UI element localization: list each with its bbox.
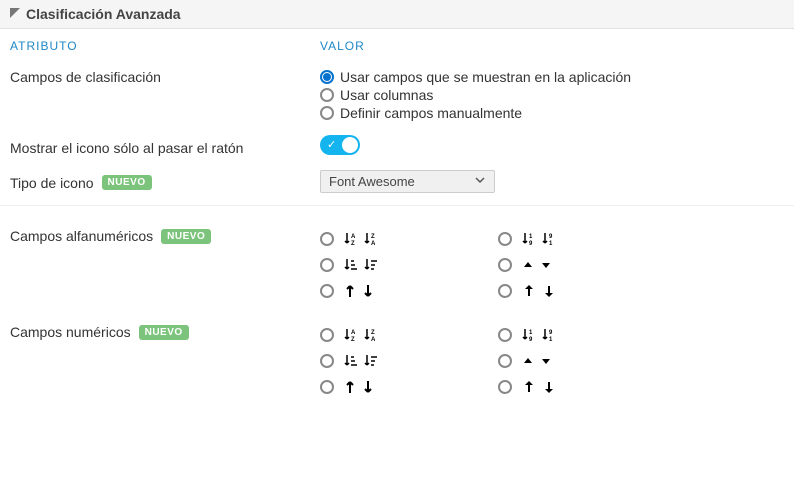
arrow-down-icon — [362, 284, 374, 298]
svg-text:A: A — [371, 241, 376, 246]
radio-sort-numeric-arrows[interactable]: 19 91 — [498, 328, 556, 342]
arrow-up-thick-icon — [522, 284, 536, 298]
row-icon-type: Tipo de icono NUEVO Font Awesome — [0, 164, 794, 199]
arrow-down-thick-icon — [542, 380, 556, 394]
column-header-attribute: ATRIBUTO — [10, 39, 320, 53]
radio-icon — [498, 354, 512, 368]
radio-icon — [320, 380, 334, 394]
svg-text:A: A — [351, 234, 356, 240]
svg-text:1: 1 — [549, 241, 553, 246]
radio-sort-carets[interactable] — [498, 354, 556, 368]
svg-text:Z: Z — [351, 337, 355, 342]
row-sort-fields: Campos de clasificación Usar campos que … — [0, 61, 794, 129]
column-header-value: VALOR — [320, 39, 784, 53]
badge-new: NUEVO — [102, 175, 152, 190]
svg-text:A: A — [351, 330, 356, 336]
sort-az-desc-icon: ZA — [364, 232, 378, 246]
radio-icon — [320, 284, 334, 298]
arrow-down-icon — [362, 380, 374, 394]
radio-icon — [498, 232, 512, 246]
radio-label: Usar columnas — [340, 87, 433, 103]
section-title: Clasificación Avanzada — [26, 6, 181, 22]
arrow-up-thick-icon — [522, 380, 536, 394]
radio-icon — [498, 380, 512, 394]
collapse-icon — [10, 8, 20, 21]
radio-icon — [320, 70, 334, 84]
row-hover-icon: Mostrar el icono sólo al pasar el ratón … — [0, 129, 794, 164]
svg-text:1: 1 — [529, 330, 533, 336]
sort-amount-desc-icon — [364, 354, 378, 368]
attr-label: Mostrar el icono sólo al pasar el ratón — [10, 138, 320, 156]
caret-up-icon — [522, 355, 534, 367]
radio-option-manual[interactable]: Definir campos manualmente — [320, 105, 784, 121]
radio-label: Definir campos manualmente — [340, 105, 522, 121]
arrow-up-icon — [344, 284, 356, 298]
select-icon-type[interactable]: Font Awesome — [320, 170, 495, 193]
attr-label: Campos de clasificación — [10, 67, 320, 85]
radio-sort-amount-arrows[interactable] — [320, 258, 378, 272]
radio-sort-plain-arrows[interactable] — [320, 284, 378, 298]
svg-text:9: 9 — [549, 330, 553, 336]
radio-sort-amount-arrows[interactable] — [320, 354, 378, 368]
sort-num-asc-icon: 19 — [522, 232, 536, 246]
radio-icon — [498, 284, 512, 298]
sort-num-desc-icon: 91 — [542, 328, 556, 342]
row-alpha-fields: Campos alfanuméricos NUEVO AZ ZA — [0, 208, 794, 304]
badge-new: NUEVO — [161, 229, 211, 244]
sort-num-asc-icon: 19 — [522, 328, 536, 342]
radio-sort-az-arrows[interactable]: AZ ZA — [320, 232, 378, 246]
radio-icon — [498, 258, 512, 272]
arrow-down-thick-icon — [542, 284, 556, 298]
table-header: ATRIBUTO VALOR — [0, 29, 794, 61]
chevron-down-icon — [474, 174, 486, 189]
caret-down-icon — [540, 355, 552, 367]
radio-icon — [320, 88, 334, 102]
toggle-knob — [342, 137, 358, 153]
caret-down-icon — [540, 259, 552, 271]
svg-text:Z: Z — [371, 234, 375, 240]
badge-new: NUEVO — [139, 325, 189, 340]
svg-text:A: A — [371, 337, 376, 342]
svg-text:1: 1 — [549, 337, 553, 342]
radio-icon — [498, 328, 512, 342]
radio-sort-numeric-arrows[interactable]: 19 91 — [498, 232, 556, 246]
sort-amount-asc-icon — [344, 258, 358, 272]
radio-sort-carets[interactable] — [498, 258, 556, 272]
attr-label: Tipo de icono NUEVO — [10, 173, 320, 191]
radio-label: Usar campos que se muestran en la aplica… — [340, 69, 631, 85]
radio-option-columns[interactable]: Usar columnas — [320, 87, 784, 103]
radio-icon — [320, 106, 334, 120]
sort-amount-asc-icon — [344, 354, 358, 368]
attr-label: Campos numéricos NUEVO — [10, 322, 320, 340]
svg-text:Z: Z — [351, 241, 355, 246]
sort-az-asc-icon: AZ — [344, 328, 358, 342]
check-icon: ✓ — [327, 138, 336, 151]
radio-icon — [320, 232, 334, 246]
radio-option-app-fields[interactable]: Usar campos que se muestran en la aplica… — [320, 69, 784, 85]
arrow-up-icon — [344, 380, 356, 394]
sort-amount-desc-icon — [364, 258, 378, 272]
radio-sort-plain-arrows[interactable] — [320, 380, 378, 394]
svg-text:1: 1 — [529, 234, 533, 240]
toggle-hover-icon[interactable]: ✓ — [320, 135, 360, 155]
row-numeric-fields: Campos numéricos NUEVO AZ ZA — [0, 304, 794, 400]
caret-up-icon — [522, 259, 534, 271]
select-value: Font Awesome — [329, 174, 415, 189]
svg-text:9: 9 — [529, 241, 533, 246]
svg-text:Z: Z — [371, 330, 375, 336]
radio-icon — [320, 258, 334, 272]
divider — [0, 205, 794, 206]
radio-icon — [320, 328, 334, 342]
radio-sort-az-arrows[interactable]: AZ ZA — [320, 328, 378, 342]
section-header[interactable]: Clasificación Avanzada — [0, 0, 794, 29]
svg-text:9: 9 — [529, 337, 533, 342]
radio-sort-thick-arrows[interactable] — [498, 284, 556, 298]
sort-az-asc-icon: AZ — [344, 232, 358, 246]
sort-az-desc-icon: ZA — [364, 328, 378, 342]
radio-icon — [320, 354, 334, 368]
radio-sort-thick-arrows[interactable] — [498, 380, 556, 394]
svg-text:9: 9 — [549, 234, 553, 240]
sort-num-desc-icon: 91 — [542, 232, 556, 246]
attr-label: Campos alfanuméricos NUEVO — [10, 226, 320, 244]
